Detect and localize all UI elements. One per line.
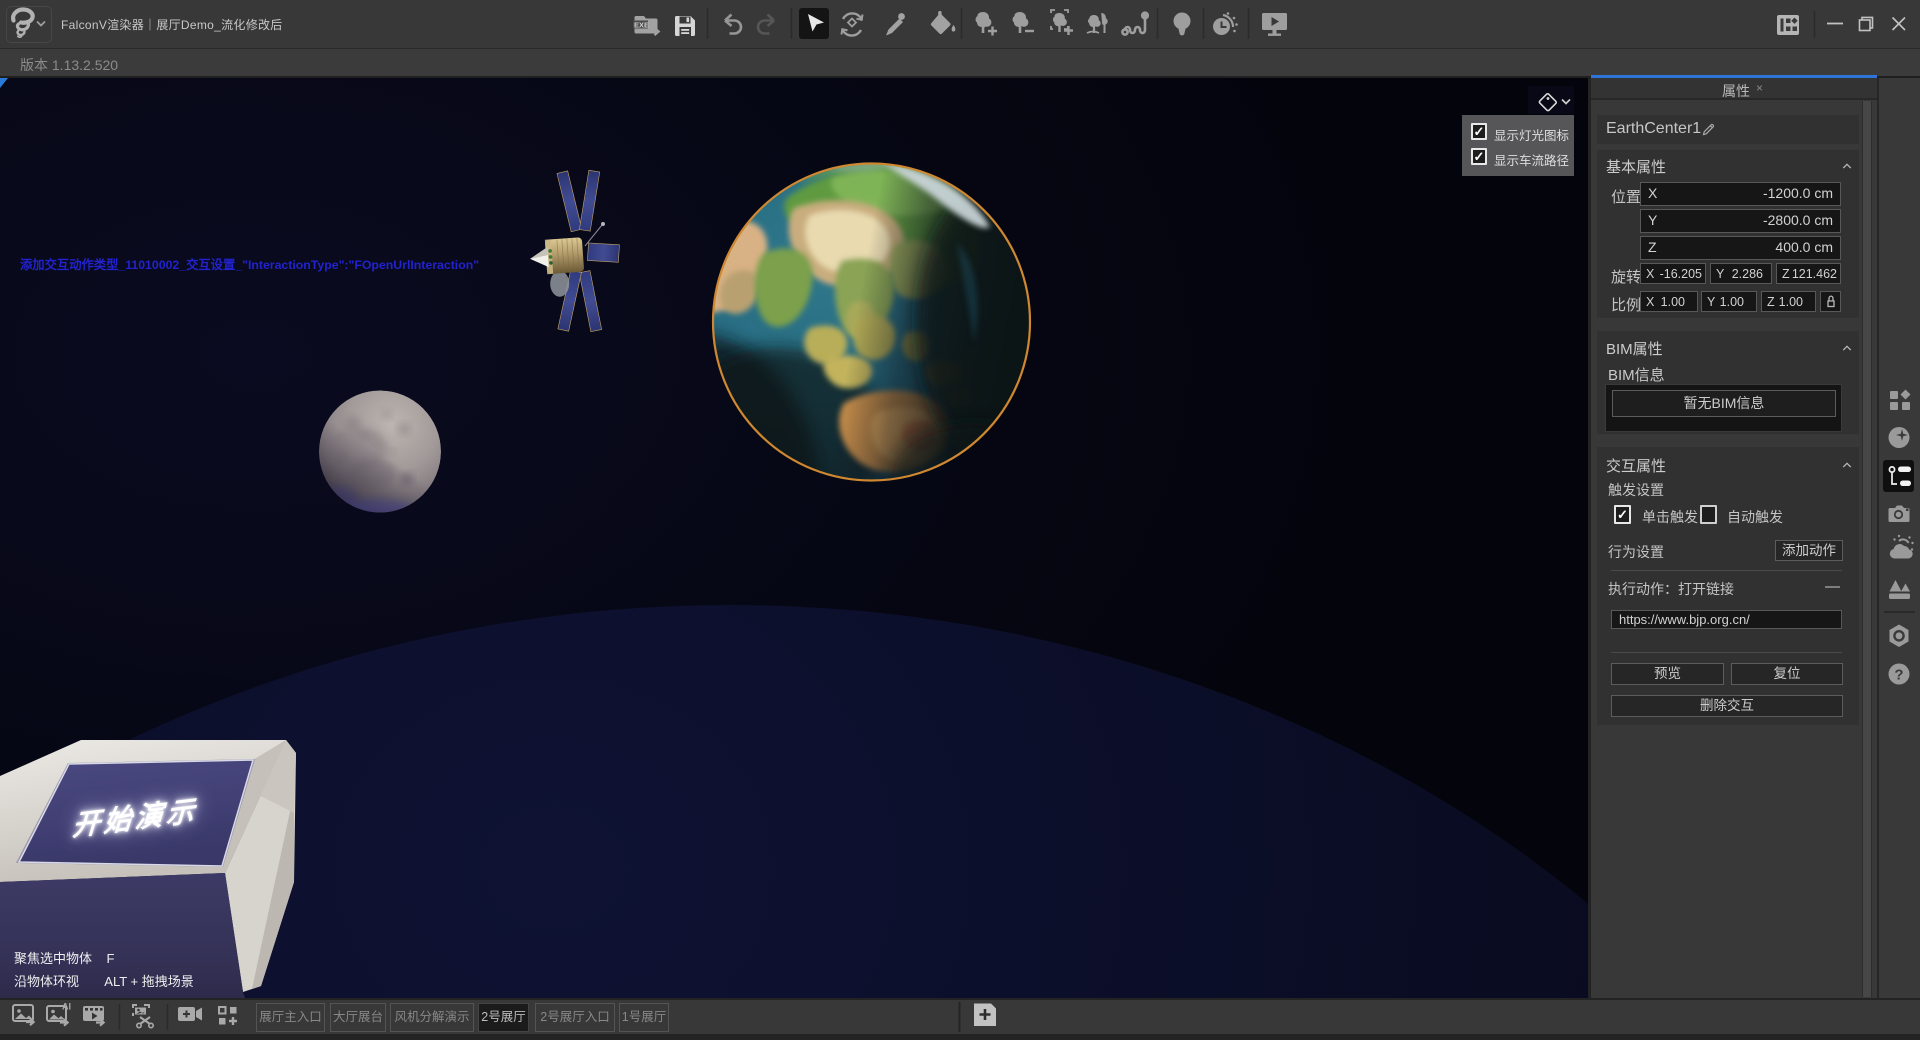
svg-text:AI: AI: [62, 1002, 71, 1012]
svg-text:EXE: EXE: [634, 21, 649, 30]
svg-text:?: ?: [1894, 667, 1903, 684]
